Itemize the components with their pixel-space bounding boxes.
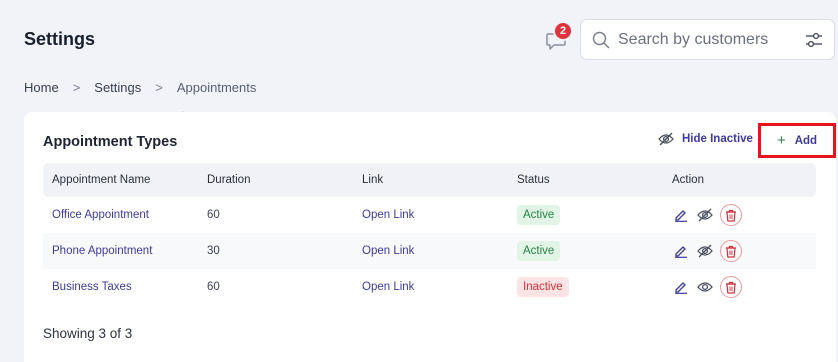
duration-cell: 60 [207,209,220,221]
search-input[interactable]: Search by customers [618,31,804,49]
trash-icon[interactable] [720,240,742,262]
breadcrumb-settings[interactable]: Settings [94,80,141,95]
notifications-button[interactable]: 2 [543,21,573,53]
column-header-action: Action [672,174,704,186]
sliders-icon[interactable] [804,30,824,50]
eye-off-icon [658,132,674,146]
notification-count-badge: 2 [553,21,573,41]
status-badge: Active [517,205,561,225]
search-icon [592,31,610,49]
breadcrumb-appointments: Appointments [176,80,257,95]
status-badge: Active [517,241,561,261]
open-link[interactable]: Open Link [362,281,414,293]
table-row: Business Taxes 60 Open Link Inactive [43,269,816,305]
eye-icon[interactable] [696,278,714,296]
hide-inactive-toggle[interactable]: Hide Inactive [658,132,753,146]
column-header-status: Status [517,174,550,186]
edit-icon[interactable] [672,278,690,296]
plus-icon: + [776,132,786,149]
duration-cell: 30 [198,233,353,269]
breadcrumb: Home > Settings > Appointments [24,80,256,95]
column-header-link: Link [362,174,384,186]
eye-off-icon[interactable] [696,242,714,260]
trash-icon[interactable] [720,204,742,226]
row-actions [672,276,816,298]
breadcrumb-home[interactable]: Home [24,80,59,95]
edit-icon[interactable] [672,206,690,224]
eye-off-icon[interactable] [696,206,714,224]
add-label: Add [794,134,818,147]
open-link[interactable]: Open Link [362,245,414,257]
pagination-summary: Showing 3 of 3 [43,326,133,341]
appointment-types-card: Appointment Types Hide Inactive + Add Ap… [24,112,836,362]
table-header-row: Appointment Name Duration Link Status Ac… [43,163,816,197]
row-actions [672,240,816,262]
add-button[interactable]: + Add [758,123,836,158]
appointment-name-link[interactable]: Business Taxes [52,281,132,293]
page-title: Settings [24,29,96,49]
duration-cell: 60 [207,281,220,293]
search-box[interactable]: Search by customers [580,19,835,60]
appointment-name-link[interactable]: Phone Appointment [52,245,152,257]
column-header-duration: Duration [207,174,251,186]
row-actions [672,204,816,226]
edit-icon[interactable] [672,242,690,260]
table-row: Phone Appointment 30 Open Link Active [43,233,816,269]
breadcrumb-separator: > [72,80,81,95]
hide-inactive-label: Hide Inactive [682,133,753,145]
breadcrumb-separator: > [155,80,163,95]
trash-icon[interactable] [720,276,742,298]
open-link[interactable]: Open Link [362,209,414,221]
column-header-name: Appointment Name [52,174,151,186]
table-row: Office Appointment 60 Open Link Active [43,197,816,233]
appointment-name-link[interactable]: Office Appointment [52,209,149,221]
card-title: Appointment Types [43,134,178,150]
appointment-types-table: Appointment Name Duration Link Status Ac… [43,163,816,305]
status-badge: Inactive [517,277,569,297]
